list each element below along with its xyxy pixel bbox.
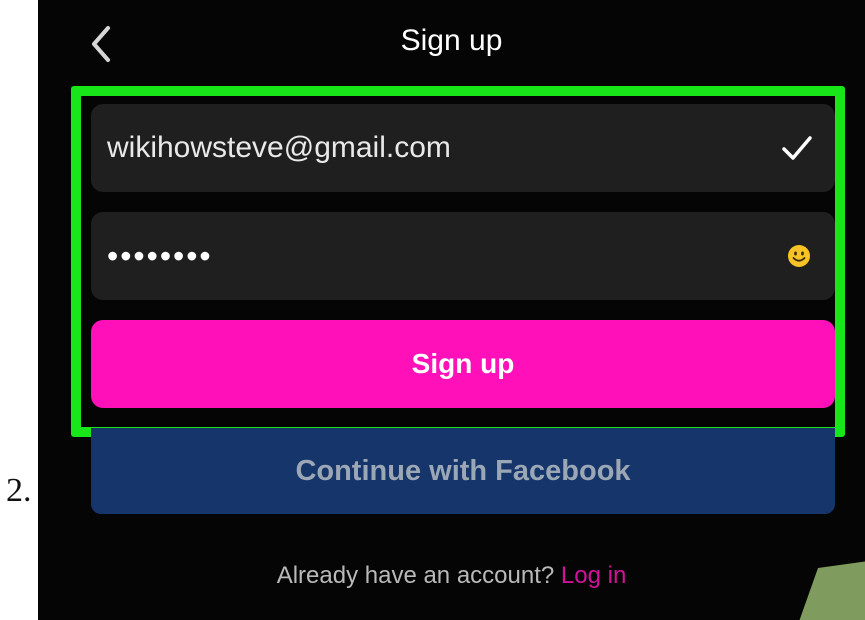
password-value: •••••••• [107,238,213,274]
signup-button[interactable]: Sign up [91,320,835,408]
smiley-emoji-icon[interactable] [787,244,811,268]
email-field[interactable]: wikihowsteve@gmail.com [91,104,835,192]
page-title: Sign up [400,24,503,57]
login-prompt-text: Already have an account? [276,562,555,589]
password-field[interactable]: •••••••• [91,212,835,300]
continue-with-facebook-button[interactable]: Continue with Facebook [91,428,835,514]
decorative-shape [799,561,865,620]
tutorial-step: 2. Sign up wikihowsteve@gmail.com ••••••… [0,0,865,620]
signup-screen: Sign up wikihowsteve@gmail.com •••••••• … [38,0,865,620]
step-number: 2. [6,472,32,509]
login-link[interactable]: Log in [561,562,626,589]
email-value: wikihowsteve@gmail.com [107,131,451,164]
login-prompt: Already have an account? Log in [38,562,865,590]
checkmark-icon [782,136,812,160]
